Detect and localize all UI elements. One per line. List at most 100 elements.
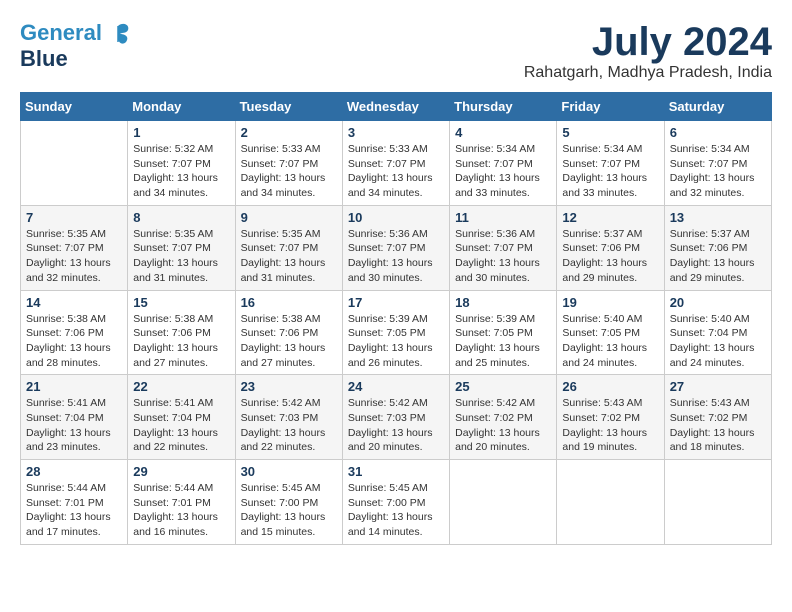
- calendar-cell: 5 Sunrise: 5:34 AMSunset: 7:07 PMDaylight…: [557, 121, 664, 206]
- calendar-week-5: 28 Sunrise: 5:44 AMSunset: 7:01 PMDayligh…: [21, 460, 772, 545]
- calendar-cell: 27 Sunrise: 5:43 AMSunset: 7:02 PMDayligh…: [664, 375, 771, 460]
- cell-day-number: 13: [670, 210, 766, 225]
- cell-day-number: 17: [348, 295, 444, 310]
- cell-day-number: 25: [455, 379, 551, 394]
- calendar-cell: 1Sunrise: 5:32 AMSunset: 7:07 PMDaylight…: [128, 121, 235, 206]
- cell-day-number: 2: [241, 125, 337, 140]
- logo: General Blue: [20, 20, 132, 72]
- location-subtitle: Rahatgarh, Madhya Pradesh, India: [524, 64, 772, 82]
- cell-day-info: Sunrise: 5:37 AMSunset: 7:06 PMDaylight:…: [562, 227, 658, 286]
- cell-day-info: Sunrise: 5:33 AMSunset: 7:07 PMDaylight:…: [241, 142, 337, 201]
- day-header-sunday: Sunday: [21, 93, 128, 121]
- cell-day-info: Sunrise: 5:36 AMSunset: 7:07 PMDaylight:…: [348, 227, 444, 286]
- calendar-cell: 30 Sunrise: 5:45 AMSunset: 7:00 PMDayligh…: [235, 460, 342, 545]
- calendar-cell: 8 Sunrise: 5:35 AMSunset: 7:07 PMDaylight…: [128, 205, 235, 290]
- cell-day-number: 27: [670, 379, 766, 394]
- calendar-cell: 18Sunrise: 5:39 AMSunset: 7:05 PMDayligh…: [450, 290, 557, 375]
- calendar-week-3: 14 Sunrise: 5:38 AMSunset: 7:06 PMDayligh…: [21, 290, 772, 375]
- title-section: July 2024 Rahatgarh, Madhya Pradesh, Ind…: [524, 20, 772, 82]
- cell-day-number: 21: [26, 379, 122, 394]
- calendar-cell: [664, 460, 771, 545]
- calendar-cell: 19 Sunrise: 5:40 AMSunset: 7:05 PMDayligh…: [557, 290, 664, 375]
- calendar-cell: 2 Sunrise: 5:33 AMSunset: 7:07 PMDaylight…: [235, 121, 342, 206]
- cell-day-number: 5: [562, 125, 658, 140]
- calendar-cell: 9 Sunrise: 5:35 AMSunset: 7:07 PMDaylight…: [235, 205, 342, 290]
- cell-day-info: Sunrise: 5:37 AMSunset: 7:06 PMDaylight:…: [670, 227, 766, 286]
- cell-day-info: Sunrise: 5:42 AMSunset: 7:02 PMDaylight:…: [455, 396, 551, 455]
- cell-day-number: 1: [133, 125, 229, 140]
- calendar-week-4: 21 Sunrise: 5:41 AMSunset: 7:04 PMDayligh…: [21, 375, 772, 460]
- calendar-cell: 11 Sunrise: 5:36 AMSunset: 7:07 PMDayligh…: [450, 205, 557, 290]
- calendar-cell: 28 Sunrise: 5:44 AMSunset: 7:01 PMDayligh…: [21, 460, 128, 545]
- cell-day-info: Sunrise: 5:38 AMSunset: 7:06 PMDaylight:…: [241, 312, 337, 371]
- cell-day-info: Sunrise: 5:34 AMSunset: 7:07 PMDaylight:…: [670, 142, 766, 201]
- cell-day-info: Sunrise: 5:44 AMSunset: 7:01 PMDaylight:…: [26, 481, 122, 540]
- calendar-cell: 6 Sunrise: 5:34 AMSunset: 7:07 PMDaylight…: [664, 121, 771, 206]
- day-header-friday: Friday: [557, 93, 664, 121]
- cell-day-info: Sunrise: 5:43 AMSunset: 7:02 PMDaylight:…: [562, 396, 658, 455]
- cell-day-number: 28: [26, 464, 122, 479]
- cell-day-info: Sunrise: 5:41 AMSunset: 7:04 PMDaylight:…: [133, 396, 229, 455]
- cell-day-number: 26: [562, 379, 658, 394]
- calendar-cell: 4 Sunrise: 5:34 AMSunset: 7:07 PMDaylight…: [450, 121, 557, 206]
- cell-day-number: 15: [133, 295, 229, 310]
- calendar-cell: 14Sunrise: 5:38 AMSunset: 7:06 PMDayligh…: [21, 290, 128, 375]
- cell-day-number: 24: [348, 379, 444, 394]
- calendar-cell: 7 Sunrise: 5:35 AMSunset: 7:07 PMDaylight…: [21, 205, 128, 290]
- month-year-title: July 2024: [524, 20, 772, 64]
- cell-day-info: Sunrise: 5:34 AMSunset: 7:07 PMDaylight:…: [562, 142, 658, 201]
- calendar-cell: 21Sunrise: 5:41 AMSunset: 7:04 PMDayligh…: [21, 375, 128, 460]
- calendar-cell: 20Sunrise: 5:40 AMSunset: 7:04 PMDayligh…: [664, 290, 771, 375]
- cell-day-info: Sunrise: 5:40 AMSunset: 7:04 PMDaylight:…: [670, 312, 766, 371]
- day-header-monday: Monday: [128, 93, 235, 121]
- cell-day-number: 31: [348, 464, 444, 479]
- cell-day-info: Sunrise: 5:36 AMSunset: 7:07 PMDaylight:…: [455, 227, 551, 286]
- cell-day-info: Sunrise: 5:33 AMSunset: 7:07 PMDaylight:…: [348, 142, 444, 201]
- day-header-wednesday: Wednesday: [342, 93, 449, 121]
- calendar-table: SundayMondayTuesdayWednesdayThursdayFrid…: [20, 92, 772, 545]
- calendar-cell: 17Sunrise: 5:39 AMSunset: 7:05 PMDayligh…: [342, 290, 449, 375]
- cell-day-number: 8: [133, 210, 229, 225]
- header-row: SundayMondayTuesdayWednesdayThursdayFrid…: [21, 93, 772, 121]
- cell-day-info: Sunrise: 5:35 AMSunset: 7:07 PMDaylight:…: [241, 227, 337, 286]
- cell-day-info: Sunrise: 5:34 AMSunset: 7:07 PMDaylight:…: [455, 142, 551, 201]
- calendar-cell: [557, 460, 664, 545]
- cell-day-number: 7: [26, 210, 122, 225]
- cell-day-number: 22: [133, 379, 229, 394]
- cell-day-number: 30: [241, 464, 337, 479]
- calendar-cell: 22 Sunrise: 5:41 AMSunset: 7:04 PMDayligh…: [128, 375, 235, 460]
- cell-day-number: 12: [562, 210, 658, 225]
- cell-day-number: 18: [455, 295, 551, 310]
- cell-day-number: 19: [562, 295, 658, 310]
- cell-day-info: Sunrise: 5:44 AMSunset: 7:01 PMDaylight:…: [133, 481, 229, 540]
- cell-day-number: 23: [241, 379, 337, 394]
- cell-day-number: 4: [455, 125, 551, 140]
- cell-day-number: 10: [348, 210, 444, 225]
- cell-day-info: Sunrise: 5:45 AMSunset: 7:00 PMDaylight:…: [241, 481, 337, 540]
- calendar-cell: 26 Sunrise: 5:43 AMSunset: 7:02 PMDayligh…: [557, 375, 664, 460]
- cell-day-number: 9: [241, 210, 337, 225]
- calendar-cell: 13 Sunrise: 5:37 AMSunset: 7:06 PMDayligh…: [664, 205, 771, 290]
- calendar-cell: [21, 121, 128, 206]
- logo-bird-icon: [104, 20, 132, 48]
- cell-day-number: 11: [455, 210, 551, 225]
- cell-day-number: 3: [348, 125, 444, 140]
- day-header-thursday: Thursday: [450, 93, 557, 121]
- calendar-cell: 3 Sunrise: 5:33 AMSunset: 7:07 PMDaylight…: [342, 121, 449, 206]
- cell-day-number: 16: [241, 295, 337, 310]
- cell-day-info: Sunrise: 5:45 AMSunset: 7:00 PMDaylight:…: [348, 481, 444, 540]
- cell-day-info: Sunrise: 5:43 AMSunset: 7:02 PMDaylight:…: [670, 396, 766, 455]
- calendar-cell: 25 Sunrise: 5:42 AMSunset: 7:02 PMDayligh…: [450, 375, 557, 460]
- day-header-saturday: Saturday: [664, 93, 771, 121]
- cell-day-info: Sunrise: 5:40 AMSunset: 7:05 PMDaylight:…: [562, 312, 658, 371]
- calendar-week-2: 7 Sunrise: 5:35 AMSunset: 7:07 PMDaylight…: [21, 205, 772, 290]
- cell-day-info: Sunrise: 5:42 AMSunset: 7:03 PMDaylight:…: [348, 396, 444, 455]
- cell-day-number: 14: [26, 295, 122, 310]
- calendar-cell: 15Sunrise: 5:38 AMSunset: 7:06 PMDayligh…: [128, 290, 235, 375]
- calendar-cell: 12 Sunrise: 5:37 AMSunset: 7:06 PMDayligh…: [557, 205, 664, 290]
- cell-day-number: 6: [670, 125, 766, 140]
- calendar-cell: 31 Sunrise: 5:45 AMSunset: 7:00 PMDayligh…: [342, 460, 449, 545]
- cell-day-info: Sunrise: 5:35 AMSunset: 7:07 PMDaylight:…: [26, 227, 122, 286]
- cell-day-info: Sunrise: 5:35 AMSunset: 7:07 PMDaylight:…: [133, 227, 229, 286]
- calendar-cell: 10 Sunrise: 5:36 AMSunset: 7:07 PMDayligh…: [342, 205, 449, 290]
